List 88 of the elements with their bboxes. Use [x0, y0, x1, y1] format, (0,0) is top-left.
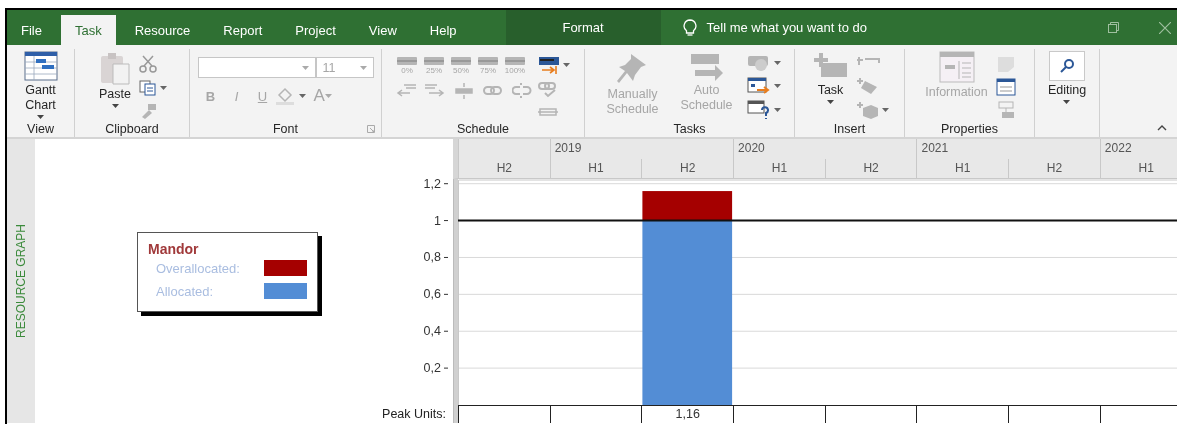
restore-icon	[1108, 22, 1119, 33]
task-bar-icon	[505, 57, 525, 65]
link-check-icon	[538, 81, 558, 99]
ribbon-tab[interactable]: Format	[505, 10, 661, 45]
bar-icon	[538, 106, 558, 119]
task-bar-icon	[451, 57, 471, 65]
x-axis-label: H1	[549, 159, 642, 178]
ribbon-tab[interactable]: Task	[60, 15, 116, 45]
copy-icon	[139, 80, 157, 96]
clipboard-icon	[100, 51, 130, 85]
y-axis-tick: 1	[434, 213, 449, 228]
caret-icon	[359, 65, 367, 70]
x-axis-label: H2	[1008, 159, 1100, 178]
legend-label: Allocated:	[156, 283, 215, 299]
ribbon-tab[interactable]: Resource	[120, 15, 205, 45]
ribbon-tab[interactable]: Project	[281, 15, 350, 45]
gantt-chart-icon	[23, 51, 58, 81]
y-axis-tick: 0,4	[423, 324, 449, 339]
group-label: View	[26, 121, 55, 137]
legend-title: Mandor	[148, 241, 200, 257]
y-tick-label: 0,6	[423, 287, 442, 302]
x-axis-label: H1	[1099, 159, 1177, 178]
y-tick-label: 1,2	[423, 176, 442, 191]
group-label: Tasks	[672, 121, 707, 137]
x-axis-label: H2	[641, 159, 734, 178]
form-icon	[938, 51, 975, 83]
timescale-year: 2021	[916, 139, 1100, 159]
x-axis-label: H1	[733, 159, 825, 178]
timescale-year: 2019	[549, 139, 734, 159]
group-label: Clipboard	[104, 121, 160, 137]
scissors-icon	[139, 55, 157, 74]
x-axis-label: H2	[824, 159, 917, 178]
editing-button[interactable]: Editing	[1045, 51, 1089, 121]
group-label: Font	[190, 121, 381, 137]
paste-button[interactable]: Paste	[97, 51, 133, 121]
group-label: Insert	[832, 121, 867, 137]
gantt-chart-button[interactable]: Gantt Chart	[7, 51, 74, 121]
caret-icon	[563, 62, 570, 67]
caret-icon	[773, 84, 781, 88]
arrow-bar-icon	[688, 51, 725, 81]
y-tick-label: 0,2	[423, 361, 442, 376]
caret-icon	[773, 107, 781, 112]
indent-icon	[425, 83, 445, 99]
x-axis-label: H2	[458, 159, 550, 178]
ribbon-tab[interactable]: Report	[209, 15, 277, 45]
caret-icon	[301, 65, 309, 70]
lightbulb-icon	[682, 18, 697, 37]
y-tick-label: 1	[434, 213, 442, 228]
insert-task-button[interactable]: Task	[810, 51, 851, 121]
peak-units-label: Peak Units:	[381, 406, 447, 423]
peak-units-cell: 1,16	[641, 406, 734, 423]
caret-icon	[298, 94, 306, 98]
split-icon	[454, 83, 474, 99]
ribbon-tab[interactable]: View	[354, 15, 411, 45]
dialog-launcher-icon	[367, 125, 375, 133]
y-axis-tick: 1,2	[423, 179, 449, 191]
timescale-year: 2022	[1099, 139, 1177, 159]
calendar-question-icon	[746, 99, 771, 120]
y-axis-tick: 0,6	[423, 287, 449, 302]
group-label: Schedule	[455, 121, 511, 137]
search-icon	[1060, 59, 1074, 73]
outdent-icon	[396, 83, 416, 99]
y-tick-label: 0,8	[423, 250, 442, 265]
caret-icon	[160, 86, 167, 90]
y-axis-tick: 0,8	[423, 250, 449, 265]
task-bar-icon	[424, 57, 444, 65]
view-bar-label: RESOURCE GRAPH	[14, 224, 28, 338]
task-bar-icon	[397, 57, 417, 65]
splitter-bar[interactable]	[453, 179, 458, 423]
tell-me-search-field[interactable]: Tell me what you want to do	[706, 20, 867, 35]
legend-label: Overallocated:	[156, 260, 241, 276]
details-icon	[995, 78, 1016, 96]
caret-icon	[773, 61, 781, 66]
x-axis-label: H1	[916, 159, 1009, 178]
unlink-icon	[512, 83, 532, 99]
ribbon-tab[interactable]: File	[7, 15, 56, 45]
caret-icon	[324, 94, 332, 98]
caret-icon	[881, 108, 889, 112]
ribbon-tab[interactable]: Help	[415, 15, 471, 45]
timescale-year: 2020	[733, 139, 917, 159]
paint-bucket-icon	[275, 87, 296, 105]
group-label: Properties	[940, 121, 999, 137]
collapse-ribbon-icon	[1157, 125, 1167, 131]
move-task-icon	[538, 55, 560, 74]
y-axis-tick: 0,2	[423, 361, 449, 376]
close-icon	[1159, 21, 1171, 34]
task-bar-icon	[478, 57, 498, 65]
y-tick-label: 0,4	[423, 324, 442, 339]
